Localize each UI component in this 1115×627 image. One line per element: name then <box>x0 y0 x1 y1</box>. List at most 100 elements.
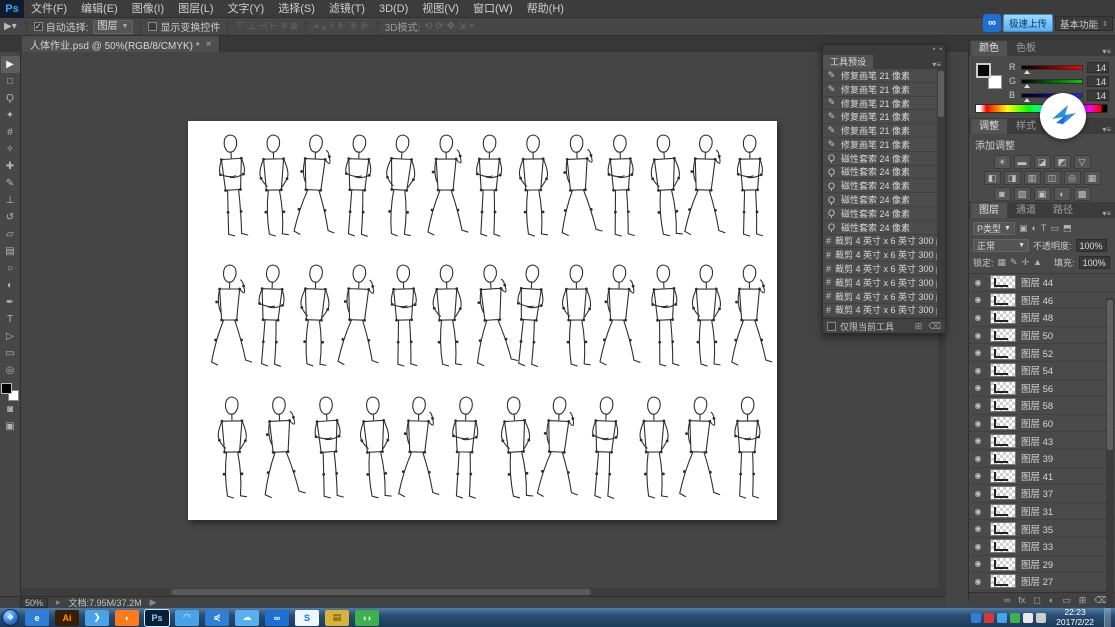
taskbar-clock[interactable]: 22:23 2017/2/22 <box>1050 608 1100 627</box>
clone-stamp-tool[interactable]: ⊥ <box>1 192 20 209</box>
layer-thumbnail[interactable] <box>990 539 1016 553</box>
healing-brush-tool[interactable]: ✚ <box>1 158 20 175</box>
gradient-tool[interactable]: ▤ <box>1 243 20 260</box>
adjustment-icon[interactable]: ▣ <box>1034 187 1051 201</box>
visibility-eye-icon[interactable]: ◉ <box>971 524 985 533</box>
preset-row[interactable]: Ϙ磁性套索 24 像素 <box>823 179 939 193</box>
pen-tool[interactable]: ✒ <box>1 294 20 311</box>
panel-menu-icon[interactable]: ▾≡ <box>928 60 945 69</box>
path-select-tool[interactable]: ▷ <box>1 328 20 345</box>
preset-row[interactable]: Ϙ磁性套索 24 像素 <box>823 152 939 166</box>
document-canvas[interactable] <box>188 121 777 520</box>
layer-row[interactable]: ◉图层 52 <box>969 344 1115 362</box>
shape-tool[interactable]: ▭ <box>1 345 20 362</box>
canvas-horizontal-scrollbar[interactable] <box>21 588 946 596</box>
collapse-icon[interactable]: ▪ <box>933 46 935 53</box>
visibility-eye-icon[interactable]: ◉ <box>971 366 985 375</box>
menu-7[interactable]: 3D(D) <box>372 0 415 18</box>
preset-row[interactable]: #裁剪 4 英寸 x 6 英寸 300 ppi <box>823 276 939 290</box>
dodge-tool[interactable]: ◐ <box>1 277 20 294</box>
layer-row[interactable]: ◉图层 48 <box>969 309 1115 327</box>
taskbar-s-browser[interactable]: S <box>295 610 319 626</box>
auto-select-target-dropdown[interactable]: 图层▼ <box>93 20 134 34</box>
move-tool-icon[interactable]: ▶▾ <box>2 21 19 32</box>
crop-tool[interactable]: # <box>1 124 20 141</box>
layer-thumbnail[interactable] <box>990 522 1016 536</box>
layer-row[interactable]: ◉图层 41 <box>969 468 1115 486</box>
layer-row[interactable]: ◉图层 46 <box>969 292 1115 310</box>
filter-type-icon[interactable]: T <box>1041 223 1047 234</box>
panel-grip[interactable]: ▪▪ <box>823 45 945 54</box>
workspace-switcher[interactable]: 基本功能⇕ <box>1055 16 1113 31</box>
visibility-eye-icon[interactable]: ◉ <box>971 278 985 287</box>
preset-row[interactable]: ✎修复画笔 21 像素 <box>823 97 939 111</box>
tab-paths[interactable]: 路径 <box>1045 203 1081 218</box>
preset-row[interactable]: ✎修复画笔 21 像素 <box>823 138 939 152</box>
layer-row[interactable]: ◉图层 44 <box>969 274 1115 292</box>
tab-channels[interactable]: 通道 <box>1008 203 1044 218</box>
preset-row[interactable]: Ϙ磁性套索 24 像素 <box>823 207 939 221</box>
taskbar-thunder[interactable]: ⋞ <box>205 610 229 626</box>
layers-scrollbar[interactable] <box>1106 298 1114 627</box>
visibility-eye-icon[interactable]: ◉ <box>971 436 985 445</box>
tray-icon[interactable] <box>997 613 1007 623</box>
visibility-eye-icon[interactable]: ◉ <box>971 471 985 480</box>
close-tab-icon[interactable]: × <box>206 39 212 50</box>
menu-2[interactable]: 图像(I) <box>125 0 171 18</box>
visibility-eye-icon[interactable]: ◉ <box>971 313 985 322</box>
tab-tool-presets[interactable]: 工具预设 <box>823 55 873 69</box>
preset-row[interactable]: Ϙ磁性套索 24 像素 <box>823 166 939 180</box>
visibility-eye-icon[interactable]: ◉ <box>971 331 985 340</box>
preset-row[interactable]: ✎修复画笔 21 像素 <box>823 110 939 124</box>
adjustment-icon[interactable]: ▩ <box>1074 187 1091 201</box>
layer-row[interactable]: ◉图层 33 <box>969 538 1115 556</box>
adjustment-icon[interactable]: ◫ <box>1044 171 1061 185</box>
adjustment-icon[interactable]: ▥ <box>1024 171 1041 185</box>
channel-slider-G[interactable]: G14 <box>1009 74 1109 88</box>
eyedropper-tool[interactable]: ✧ <box>1 141 20 158</box>
visibility-eye-icon[interactable]: ◉ <box>971 401 985 410</box>
menu-10[interactable]: 帮助(H) <box>520 0 571 18</box>
slider-track[interactable] <box>1021 65 1083 70</box>
layer-thumbnail[interactable] <box>990 363 1016 377</box>
adjustment-icon[interactable]: ▦ <box>1084 171 1101 185</box>
visibility-eye-icon[interactable]: ◉ <box>971 295 985 304</box>
slider-track[interactable] <box>1021 79 1083 84</box>
preset-row[interactable]: #裁剪 4 英寸 x 6 英寸 300 ppi <box>823 248 939 262</box>
channel-slider-R[interactable]: R14 <box>1009 60 1109 74</box>
baidu-upload-overlay[interactable]: ∞ 极速上传 <box>983 14 1053 32</box>
adjustment-icon[interactable]: ◪ <box>1034 155 1051 169</box>
adjustment-icon[interactable]: ▽ <box>1074 155 1091 169</box>
taskbar-blue-swirl[interactable]: ◠ <box>175 610 199 626</box>
layer-row[interactable]: ◉图层 58 <box>969 397 1115 415</box>
filter-type-icon[interactable]: ▭ <box>1050 223 1059 234</box>
taskbar-illustrator[interactable]: Ai <box>55 610 79 626</box>
tray-icon[interactable] <box>1010 613 1020 623</box>
menu-8[interactable]: 视图(V) <box>415 0 466 18</box>
taskbar-video-player[interactable]: ▤ <box>325 610 349 626</box>
layer-row[interactable]: ◉图层 50 <box>969 327 1115 345</box>
eraser-tool[interactable]: ▱ <box>1 226 20 243</box>
layer-row[interactable]: ◉图层 25 <box>969 591 1115 592</box>
quick-select-tool[interactable]: ✦ <box>1 107 20 124</box>
document-tab[interactable]: 人体作业.psd @ 50%(RGB/8/CMYK) * × <box>22 36 220 52</box>
preset-row[interactable]: ✎修复画笔 21 像素 <box>823 83 939 97</box>
layer-thumbnail[interactable] <box>990 416 1016 430</box>
layer-thumbnail[interactable] <box>990 293 1016 307</box>
menu-4[interactable]: 文字(Y) <box>221 0 272 18</box>
layers-footer-icon[interactable]: ◻ <box>1033 595 1040 606</box>
layers-footer-icon[interactable]: ∞ <box>1004 595 1010 605</box>
delete-preset-icon[interactable]: ⌫ <box>928 321 941 332</box>
channel-value[interactable]: 14 <box>1087 76 1109 87</box>
taskbar-photoshop[interactable]: Ps <box>145 610 169 626</box>
panel-menu-icon[interactable]: ▾≡ <box>1098 47 1115 56</box>
tray-icon[interactable] <box>1036 613 1046 623</box>
layer-thumbnail[interactable] <box>990 486 1016 500</box>
layer-thumbnail[interactable] <box>990 346 1016 360</box>
foreground-color[interactable] <box>1 383 12 394</box>
adjustment-icon[interactable]: ◨ <box>1004 171 1021 185</box>
preset-row[interactable]: ✎修复画笔 21 像素 <box>823 124 939 138</box>
filter-type-icon[interactable]: ⬒ <box>1063 223 1072 234</box>
lock-icon[interactable]: ✛ <box>1022 257 1030 268</box>
tab-adjustments[interactable]: 调整 <box>971 119 1007 134</box>
